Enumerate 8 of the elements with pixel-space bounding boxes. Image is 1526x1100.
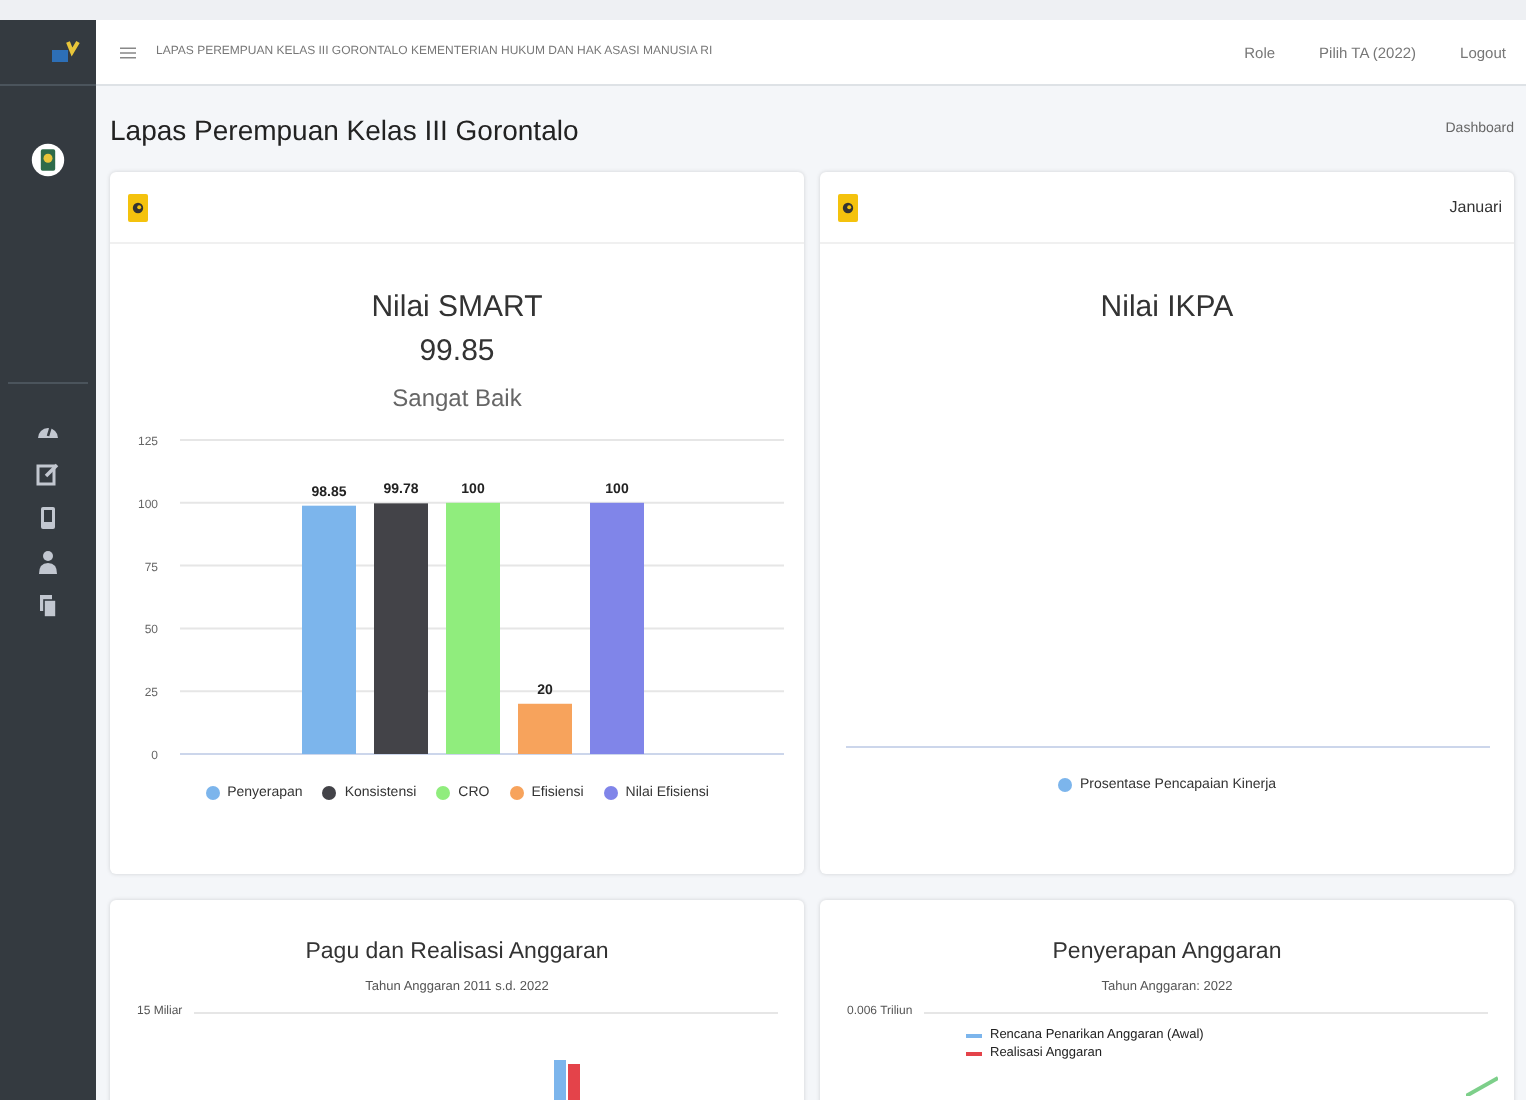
chart-title: Penyerapan Anggaran [1052,940,1282,964]
rating-label: Sangat Baik [392,384,522,412]
month-label[interactable]: Januari [1449,198,1502,216]
chart-title: Pagu dan Realisasi Anggaran [305,940,609,964]
page-title: Lapas Perempuan Kelas III Gorontalo [110,113,579,145]
chart-title: Nilai SMART [371,288,543,328]
score-value: 99.85 [419,332,495,372]
chart-title: Nilai IKPA [1100,288,1234,328]
